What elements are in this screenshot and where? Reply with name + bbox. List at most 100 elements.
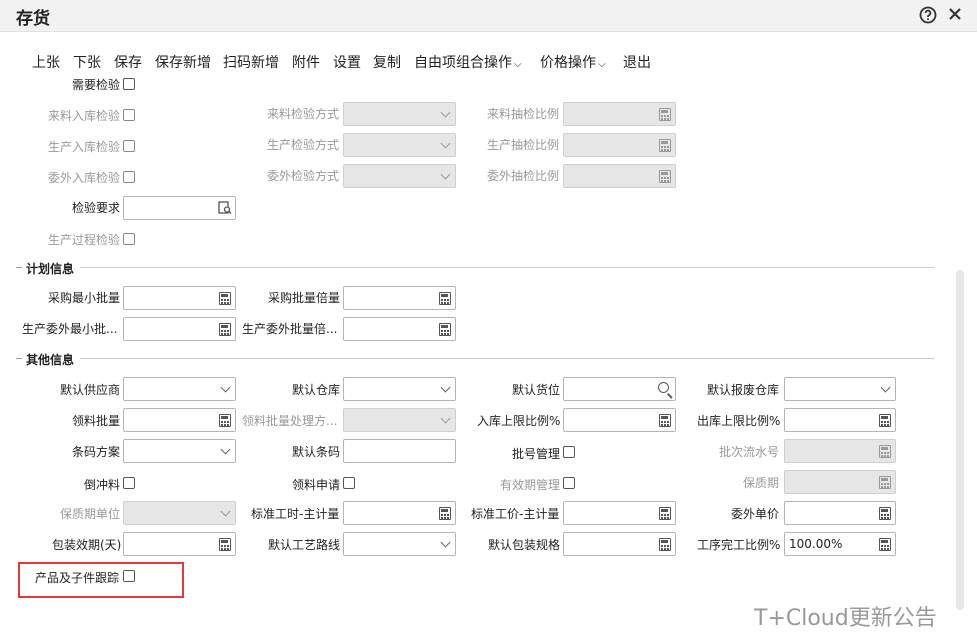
help-circle-icon[interactable] <box>919 6 937 24</box>
default-pack-spec-field[interactable] <box>563 532 676 556</box>
backflush-checkbox[interactable] <box>123 477 135 489</box>
requirement-label: 检验要求 <box>72 201 121 215</box>
outsource-ratio-label: 委外抽检比例 <box>487 169 560 183</box>
calculator-icon <box>659 108 671 121</box>
settings-button[interactable]: 设置 <box>333 52 361 72</box>
toolbar: 上张 下张 保存 保存新增 扫码新增 附件 设置 复制 自由项组合操作 ⌵ 价格操… <box>0 52 977 74</box>
outsource-ratio-field[interactable] <box>563 164 676 188</box>
picking-batch-field[interactable] <box>123 408 236 432</box>
prev-record-button[interactable]: 上张 <box>32 52 60 72</box>
production-multiple-field[interactable] <box>343 317 456 341</box>
save-and-new-button[interactable]: 保存新增 <box>155 52 211 72</box>
production-method-select[interactable] <box>343 133 456 157</box>
need-inspection-label: 需要检验 <box>72 78 121 92</box>
default-location-label: 默认货位 <box>512 383 561 397</box>
default-route-select[interactable] <box>343 532 456 556</box>
chevron-down-icon <box>440 413 451 424</box>
shelf-life-field[interactable] <box>784 470 896 494</box>
default-scrap-warehouse-label: 默认报废仓库 <box>707 383 780 397</box>
calculator-icon <box>879 476 891 489</box>
outbound-limit-field[interactable] <box>784 408 896 432</box>
barcode-scheme-select[interactable] <box>123 439 236 463</box>
scan-and-new-button[interactable]: 扫码新增 <box>223 52 279 72</box>
highlight-annotation <box>18 562 184 598</box>
default-route-label: 默认工艺路线 <box>268 538 341 552</box>
calculator-icon <box>219 323 231 336</box>
std-price-label: 标准工价-主计量 <box>471 507 560 521</box>
production-multiple-label: 生产委外批量倍... <box>242 322 338 336</box>
other-section-title: 其他信息 <box>26 353 75 367</box>
min-production-field[interactable] <box>123 317 236 341</box>
incoming-method-select[interactable] <box>343 102 456 126</box>
price-ops-menu[interactable]: 价格操作 ⌵ <box>540 52 606 72</box>
picking-batch-method-select[interactable] <box>343 408 456 432</box>
incoming-ratio-field[interactable] <box>563 102 676 126</box>
production-inspection-checkbox[interactable] <box>123 140 135 152</box>
shelf-life-unit-label: 保质期单位 <box>60 507 121 521</box>
save-button[interactable]: 保存 <box>114 52 142 72</box>
chevron-down-icon: ⌵ <box>598 59 606 70</box>
copy-button[interactable]: 复制 <box>373 52 401 72</box>
picking-request-checkbox[interactable] <box>343 477 355 489</box>
batch-serial-label: 批次流水号 <box>719 445 780 459</box>
inbound-limit-label: 入库上限比例% <box>477 414 561 428</box>
calculator-icon <box>879 507 891 520</box>
chevron-down-icon <box>220 506 231 517</box>
process-completion-value: 100.00% <box>789 537 843 551</box>
next-record-button[interactable]: 下张 <box>73 52 101 72</box>
free-item-combo-menu[interactable]: 自由项组合操作 ⌵ <box>414 52 522 72</box>
section-marker <box>16 267 22 268</box>
need-inspection-checkbox[interactable] <box>123 78 135 90</box>
default-warehouse-select[interactable] <box>343 377 456 401</box>
calculator-icon <box>439 292 451 305</box>
attachment-button[interactable]: 附件 <box>292 52 320 72</box>
batch-mgmt-label: 批号管理 <box>512 447 561 461</box>
search-icon <box>658 382 669 393</box>
min-purchase-field[interactable] <box>123 286 236 310</box>
shelf-life-unit-select[interactable] <box>123 501 236 525</box>
process-completion-label: 工序完工比例% <box>697 538 781 552</box>
incoming-ratio-label: 来料抽检比例 <box>487 107 560 121</box>
calculator-icon <box>879 538 891 551</box>
exit-button[interactable]: 退出 <box>623 52 651 72</box>
incoming-inspection-label: 来料入库检验 <box>48 109 121 123</box>
purchase-multiple-field[interactable] <box>343 286 456 310</box>
default-pack-spec-label: 默认包装规格 <box>488 538 561 552</box>
std-price-field[interactable] <box>563 501 676 525</box>
outsource-price-field[interactable] <box>784 501 896 525</box>
default-supplier-select[interactable] <box>123 377 236 401</box>
production-ratio-field[interactable] <box>563 133 676 157</box>
std-hours-label: 标准工时-主计量 <box>251 507 340 521</box>
watermark-text: T+Cloud更新公告 <box>754 606 937 631</box>
calculator-icon <box>219 414 231 427</box>
pack-expiry-field[interactable] <box>123 532 236 556</box>
process-inspection-checkbox[interactable] <box>123 233 135 245</box>
expiry-mgmt-checkbox[interactable] <box>563 477 575 489</box>
incoming-inspection-checkbox[interactable] <box>123 109 135 121</box>
std-hours-field[interactable] <box>343 501 456 525</box>
calculator-icon <box>439 323 451 336</box>
chevron-down-icon <box>440 138 451 149</box>
section-divider <box>80 267 934 268</box>
free-item-combo-label: 自由项组合操作 <box>414 55 512 71</box>
document-search-icon <box>218 201 232 215</box>
chevron-down-icon <box>440 107 451 118</box>
vertical-scrollbar[interactable] <box>956 270 964 610</box>
inbound-limit-field[interactable] <box>563 408 676 432</box>
outsource-method-label: 委外检验方式 <box>267 169 340 183</box>
close-icon[interactable] <box>946 6 964 24</box>
calculator-icon <box>659 139 671 152</box>
process-completion-field[interactable]: 100.00% <box>784 532 896 556</box>
backflush-label: 倒冲料 <box>84 478 121 492</box>
batch-mgmt-checkbox[interactable] <box>563 446 575 458</box>
batch-serial-field[interactable] <box>784 439 896 463</box>
outsource-inspection-checkbox[interactable] <box>123 171 135 183</box>
chevron-down-icon <box>880 382 891 393</box>
calculator-icon <box>659 538 671 551</box>
production-method-label: 生产检验方式 <box>267 138 340 152</box>
requirement-field[interactable] <box>123 196 236 220</box>
outsource-method-select[interactable] <box>343 164 456 188</box>
default-barcode-field[interactable] <box>343 439 456 463</box>
default-location-field[interactable] <box>563 377 676 401</box>
default-scrap-warehouse-select[interactable] <box>784 377 896 401</box>
